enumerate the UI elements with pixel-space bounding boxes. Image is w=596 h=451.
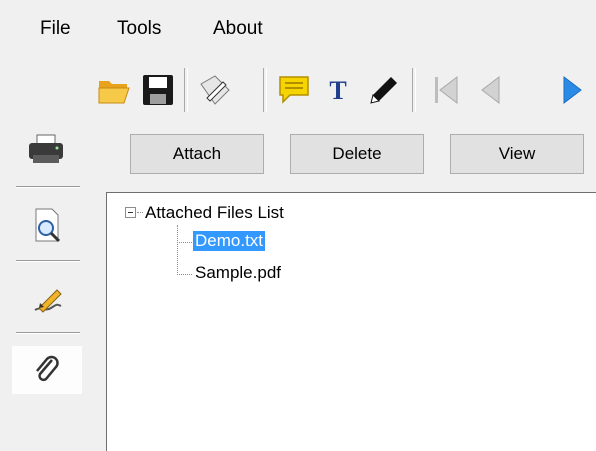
- action-button-bar: Attach Delete View: [106, 120, 596, 192]
- text-icon[interactable]: T: [316, 62, 360, 118]
- menu-bar: File Tools About: [0, 0, 596, 48]
- preview-icon[interactable]: [12, 198, 82, 254]
- toolbar: T: [0, 62, 596, 118]
- previous-page-icon[interactable]: [468, 62, 512, 118]
- tree-item-demo-txt[interactable]: Demo.txt: [193, 231, 266, 251]
- attachment-icon[interactable]: [12, 346, 82, 394]
- next-page-icon[interactable]: [560, 62, 596, 118]
- toolbar-separator: [184, 68, 188, 112]
- menu-tools[interactable]: Tools: [117, 18, 161, 40]
- sidebar: [0, 120, 106, 451]
- save-icon[interactable]: [136, 62, 180, 118]
- svg-text:T: T: [329, 76, 346, 105]
- tree-root-label[interactable]: Attached Files List: [145, 203, 284, 223]
- delete-button[interactable]: Delete: [290, 134, 424, 174]
- menu-file[interactable]: File: [40, 18, 71, 40]
- attached-files-panel: Attached Files List Demo.txt Sample.pdf: [106, 192, 596, 451]
- attach-button[interactable]: Attach: [130, 134, 264, 174]
- view-button[interactable]: View: [450, 134, 584, 174]
- toolbar-separator: [412, 68, 416, 112]
- toolbar-separator: [263, 68, 267, 112]
- sign-icon[interactable]: [193, 62, 237, 118]
- open-folder-icon[interactable]: [92, 62, 136, 118]
- tree-connector: [137, 212, 143, 213]
- menu-about[interactable]: About: [213, 18, 263, 40]
- printer-icon[interactable]: [12, 122, 82, 178]
- tree-connector: [177, 242, 192, 243]
- sidebar-separator: [16, 332, 80, 334]
- tree-connector: [177, 225, 178, 275]
- signature-icon[interactable]: [12, 272, 82, 328]
- sidebar-separator: [16, 260, 80, 262]
- first-page-icon[interactable]: [424, 62, 468, 118]
- tree-connector: [177, 274, 192, 275]
- tree-item-sample-pdf[interactable]: Sample.pdf: [195, 263, 281, 283]
- pen-icon[interactable]: [360, 62, 404, 118]
- sidebar-separator: [16, 186, 80, 188]
- collapse-toggle-icon[interactable]: [125, 207, 136, 218]
- comment-icon[interactable]: [272, 62, 316, 118]
